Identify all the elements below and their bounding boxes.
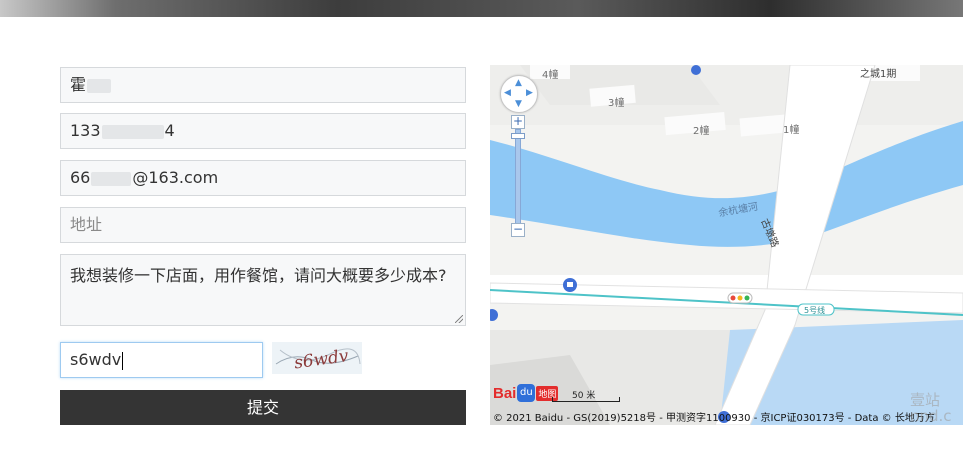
address-placeholder: 地址 [70, 215, 103, 234]
redacted-mask [87, 78, 112, 93]
captcha-image[interactable]: s6wdv [272, 342, 362, 374]
baidu-map[interactable]: 4幢 3幢 2幢 1幢 之城1期 余杭塘河 古墩路 5号线 ▲ ▼ ◀ ▶ + … [490, 65, 963, 425]
name-field[interactable]: 霍 [60, 67, 466, 103]
watermark: 壹站 nnd.c [910, 391, 952, 425]
email-field[interactable]: 66 @163.com [60, 160, 466, 196]
zoom-slider-thumb[interactable] [511, 133, 525, 139]
pan-down-icon[interactable]: ▼ [515, 100, 522, 109]
map-canvas [490, 65, 963, 425]
redacted-mask [91, 171, 132, 186]
map-copyright: © 2021 Baidu - GS(2019)5218号 - 甲测资字11009… [493, 413, 935, 424]
phone-field[interactable]: 133 4 [60, 113, 466, 149]
message-textarea[interactable]: 我想装修一下店面，用作餐馆，请问大概要多少成本? [60, 254, 466, 326]
zoom-track[interactable] [515, 129, 521, 224]
map-label-bldg1: 1幢 [783, 125, 800, 136]
baidu-map-logo[interactable]: Bai du 地图 [493, 383, 559, 403]
map-label-metro: 5号线 [804, 306, 826, 315]
pan-left-icon[interactable]: ◀ [504, 89, 511, 98]
map-label-bldg3: 3幢 [608, 98, 625, 109]
submit-button[interactable]: 提交 [60, 390, 466, 425]
redacted-mask [101, 124, 164, 139]
captcha-input-value: s6wdv [70, 350, 122, 369]
header-banner-image [0, 0, 963, 17]
map-label-bldg2: 2幢 [693, 126, 710, 137]
pan-up-icon[interactable]: ▲ [515, 79, 522, 88]
name-value: 霍 [70, 75, 87, 94]
map-pan-control[interactable]: ▲ ▼ ◀ ▶ [500, 75, 538, 113]
map-scale: 50 米 [552, 388, 620, 402]
pan-right-icon[interactable]: ▶ [526, 89, 533, 98]
phone-prefix: 133 [70, 121, 101, 140]
phone-suffix: 4 [164, 121, 175, 140]
zoom-in-button[interactable]: + [511, 115, 525, 129]
text-caret [122, 351, 124, 370]
zoom-out-button[interactable]: − [511, 223, 525, 237]
message-value: 我想装修一下店面，用作餐馆，请问大概要多少成本? [70, 266, 447, 285]
scale-bar [552, 397, 620, 402]
logo-bai: Bai [493, 384, 517, 402]
map-zoom-control[interactable]: + − [511, 115, 525, 240]
map-label-city: 之城1期 [860, 69, 897, 80]
email-suffix: @163.com [132, 168, 219, 187]
captcha-input[interactable]: s6wdv [60, 342, 263, 378]
paw-icon: du [517, 384, 536, 402]
address-field[interactable]: 地址 [60, 207, 466, 243]
captcha-text: s6wdv [293, 346, 350, 373]
email-prefix: 66 [70, 168, 91, 187]
resize-handle-icon[interactable] [455, 315, 463, 323]
map-label-bldg4: 4幢 [542, 70, 559, 81]
